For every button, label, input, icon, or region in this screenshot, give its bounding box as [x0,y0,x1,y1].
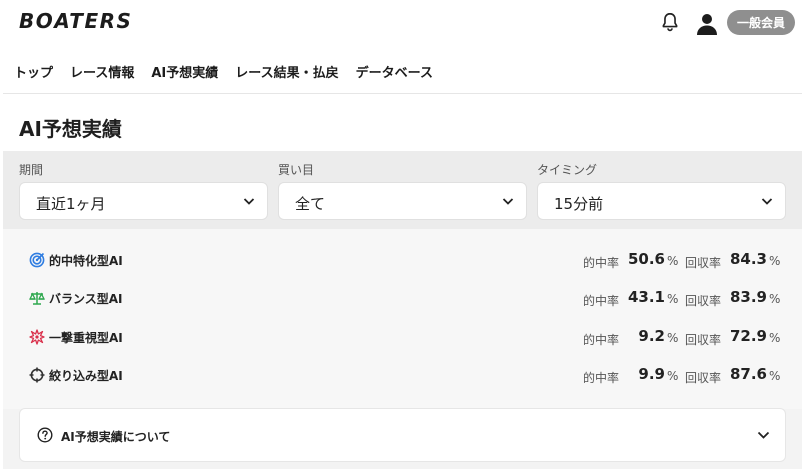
return-rate-label: 回収率 [685,256,722,270]
chevron-down-icon [243,198,255,205]
period-select[interactable]: 直近1ヶ月 [19,182,268,220]
nav-item-race-info[interactable]: レース情報 [70,62,134,84]
return-rate-label: 回収率 [685,371,722,385]
bet-type-select-value: 全て [295,195,326,213]
percent-unit: % [769,254,781,268]
percent-unit: % [769,331,781,345]
nav-item-database[interactable]: データベース [356,62,433,84]
timing-select[interactable]: 15分前 [537,182,786,220]
hit-rate-label: 的中率 [583,371,620,385]
filter-bet-type-label: 買い目 [278,163,315,177]
user-avatar-icon[interactable] [695,11,719,35]
bet-type-select[interactable]: 全て [278,182,527,220]
return-rate-value: 72.9 [729,327,767,345]
ai-name: 的中特化型AI [49,254,123,268]
hit-rate-label: 的中率 [583,256,620,270]
percent-unit: % [769,369,781,383]
timing-select-value: 15分前 [554,195,604,213]
scale-icon [29,292,45,305]
filter-timing-label: タイミング [537,163,598,177]
percent-unit: % [769,292,781,306]
percent-unit: % [667,292,679,306]
about-ai-results-label: AI予想実績について [61,430,171,444]
page-title-bar: AI予想実績 [3,93,802,151]
percent-unit: % [667,254,679,268]
bell-icon[interactable] [659,11,681,33]
nav-item-ai-results[interactable]: AI予想実績 [151,62,218,84]
chevron-down-icon [502,198,514,205]
return-rate-value: 83.9 [729,288,767,306]
filter-bar: 期間 直近1ヶ月 買い目 全て タイミング 15分前 [3,151,802,229]
filter-period-label: 期間 [19,163,44,177]
crosshair-icon [29,367,45,383]
hit-rate-label: 的中率 [583,294,620,308]
header: BOATERS 一般会員 [0,0,804,48]
hit-rate-label: 的中率 [583,333,620,347]
return-rate-value: 84.3 [729,250,767,268]
question-circle-icon [37,427,53,443]
ai-name: 一撃重視型AI [49,331,123,345]
hit-rate-value: 9.9 [638,365,665,383]
ai-stats-list: 的中特化型AI 的中率 50.6 % 回収率 84.3 % バランス型AI 的中… [3,229,802,409]
target-icon [29,252,45,268]
hit-rate-value: 50.6 [627,250,665,268]
chevron-down-icon [757,431,770,439]
nav-item-top[interactable]: トップ [14,62,53,84]
chevron-down-icon [761,198,773,205]
ai-name: 絞り込み型AI [49,369,123,383]
nav-item-race-results[interactable]: レース結果・払戻 [235,62,338,84]
list-item: 絞り込み型AI 的中率 9.9 % 回収率 87.6 % [3,362,802,390]
hit-rate-value: 43.1 [627,288,665,306]
return-rate-label: 回収率 [685,333,722,347]
about-ai-results-accordion[interactable]: AI予想実績について [19,408,786,462]
burst-icon [29,329,45,345]
percent-unit: % [667,369,679,383]
list-item: 一撃重視型AI 的中率 9.2 % 回収率 72.9 % [3,324,802,352]
main-nav: トップ レース情報 AI予想実績 レース結果・払戻 データベース [0,62,436,84]
main-content: AI予想実績 期間 直近1ヶ月 買い目 全て タイミング 15分前 的中特化型A… [3,93,802,469]
logo[interactable]: BOATERS [19,9,132,33]
list-item: 的中特化型AI 的中率 50.6 % 回収率 84.3 % [3,247,802,275]
member-badge[interactable]: 一般会員 [727,10,795,35]
return-rate-value: 87.6 [729,365,767,383]
ai-name: バランス型AI [49,292,123,306]
percent-unit: % [667,331,679,345]
return-rate-label: 回収率 [685,294,722,308]
hit-rate-value: 9.2 [638,327,665,345]
list-item: バランス型AI 的中率 43.1 % 回収率 83.9 % [3,285,802,313]
page-title: AI予想実績 [19,117,122,141]
period-select-value: 直近1ヶ月 [36,195,106,213]
